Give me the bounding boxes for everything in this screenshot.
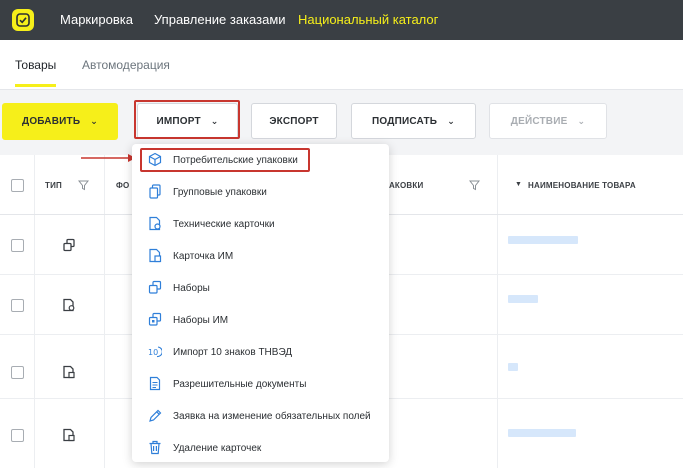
column-header-type[interactable]: ТИП	[45, 181, 62, 190]
chevron-down-icon: ⌄	[90, 116, 98, 126]
active-tab-indicator	[15, 84, 56, 87]
tab-products[interactable]: Товары	[15, 58, 56, 72]
menu-item-label: Разрешительные документы	[173, 378, 307, 390]
product-name-redacted	[508, 236, 578, 244]
menu-item-sets-im[interactable]: Наборы ИМ	[132, 304, 389, 336]
pencil-icon	[149, 409, 162, 422]
sign-button-label: ПОДПИСАТЬ	[372, 115, 438, 127]
menu-item-highlight-frame	[140, 148, 310, 172]
add-button[interactable]: ДОБАВИТЬ ⌄	[2, 103, 118, 140]
add-button-label: ДОБАВИТЬ	[22, 116, 81, 127]
action-button[interactable]: ДЕЙСТВИЕ ⌄	[489, 103, 607, 139]
row-checkbox[interactable]	[11, 299, 24, 312]
svg-text:10: 10	[148, 348, 158, 357]
tab-bar: Товары Автомодерация	[0, 40, 683, 90]
sign-button[interactable]: ПОДПИСАТЬ ⌄	[351, 103, 476, 139]
product-name-redacted	[508, 429, 576, 437]
document-icon	[149, 376, 161, 391]
menu-item-label: Наборы ИМ	[173, 314, 229, 326]
menu-item-delete-cards[interactable]: Удаление карточек	[132, 432, 389, 464]
card-im-icon	[63, 365, 75, 379]
set-icon	[148, 280, 162, 294]
import-highlight-frame	[134, 100, 240, 139]
top-navigation-bar: Маркировка Управление заказами Националь…	[0, 0, 683, 40]
product-name-redacted	[508, 295, 538, 303]
row-checkbox[interactable]	[11, 239, 24, 252]
tnved-10-icon: 10	[148, 346, 162, 358]
nav-item-order-management[interactable]: Управление заказами	[154, 12, 286, 27]
export-button-label: ЭКСПОРТ	[269, 115, 319, 127]
menu-item-label: Удаление карточек	[173, 442, 262, 454]
menu-item-sets[interactable]: Наборы	[132, 272, 389, 304]
filter-icon[interactable]	[469, 180, 480, 191]
menu-item-group-packages[interactable]: Групповые упаковки	[132, 176, 389, 208]
menu-item-label: Наборы	[173, 282, 210, 294]
row-checkbox[interactable]	[11, 366, 24, 379]
column-header-product-name[interactable]: НАИМЕНОВАНИЕ ТОВАРА	[528, 181, 636, 190]
arrow-annotation	[81, 154, 136, 162]
column-header-packages[interactable]: ПАКОВКИ	[383, 181, 423, 190]
row-checkbox[interactable]	[11, 429, 24, 442]
product-name-redacted	[508, 363, 518, 371]
menu-item-label: Технические карточки	[173, 218, 275, 230]
set-im-icon	[148, 312, 162, 326]
menu-item-label: Карточка ИМ	[173, 250, 234, 262]
select-all-checkbox[interactable]	[11, 179, 24, 192]
menu-item-permit-documents[interactable]: Разрешительные документы	[132, 368, 389, 400]
group-package-icon	[63, 238, 75, 252]
action-button-label: ДЕЙСТВИЕ	[510, 115, 568, 127]
logo-icon[interactable]	[12, 9, 34, 31]
tab-automoderation[interactable]: Автомодерация	[82, 58, 170, 72]
card-im-icon	[149, 248, 162, 263]
menu-item-change-request[interactable]: Заявка на изменение обязательных полей	[132, 400, 389, 432]
nav-item-national-catalog[interactable]: Национальный каталог	[298, 12, 438, 27]
chevron-down-icon: ⌄	[447, 115, 455, 126]
card-im-icon	[63, 428, 75, 442]
menu-item-label: Групповые упаковки	[173, 186, 267, 198]
column-header-photo[interactable]: ФО	[116, 181, 129, 190]
menu-item-card-im[interactable]: Карточка ИМ	[132, 240, 389, 272]
menu-item-technical-cards[interactable]: Технические карточки	[132, 208, 389, 240]
filter-icon[interactable]	[78, 180, 89, 191]
menu-item-label: Заявка на изменение обязательных полей	[173, 410, 371, 422]
group-package-icon	[149, 184, 161, 199]
export-button[interactable]: ЭКСПОРТ	[251, 103, 337, 139]
tech-card-icon	[63, 298, 75, 312]
tech-card-icon	[149, 216, 161, 231]
trash-icon	[149, 440, 161, 455]
menu-item-label: Импорт 10 знаков ТНВЭД	[173, 346, 293, 358]
sort-icon[interactable]: ▼	[515, 181, 522, 188]
import-dropdown-menu: Потребительские упаковки Групповые упако…	[132, 144, 389, 462]
nav-item-marking[interactable]: Маркировка	[60, 12, 133, 27]
chevron-down-icon: ⌄	[577, 115, 586, 126]
menu-item-import-tnved[interactable]: 10 Импорт 10 знаков ТНВЭД	[132, 336, 389, 368]
